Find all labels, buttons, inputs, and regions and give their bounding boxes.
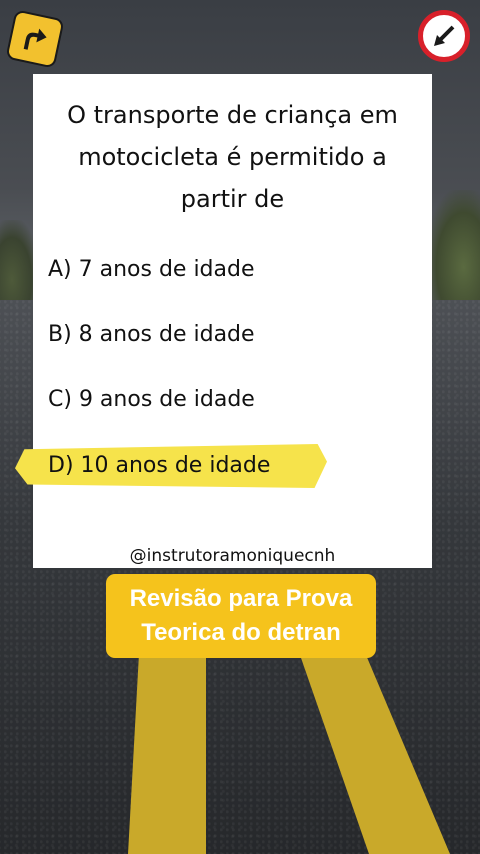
question-text: O transporte de criança em motocicleta é… xyxy=(67,101,398,213)
banner-line-1: Revisão para Prova xyxy=(129,585,353,612)
option-a[interactable]: A) 7 anos de idade xyxy=(48,257,255,282)
curve-right-sign-icon xyxy=(5,9,65,69)
banner-line-2: Teorica do detran xyxy=(141,619,341,646)
question-card: O transporte de criança em motocicleta é… xyxy=(15,74,432,568)
road-line-left xyxy=(128,655,206,854)
option-c[interactable]: C) 9 anos de idade xyxy=(48,387,255,412)
option-d[interactable]: D) 10 anos de idade xyxy=(48,453,270,478)
review-banner: Revisão para Prova Teorica do detran xyxy=(106,574,376,658)
author-handle: @instrutoramoniquecnh xyxy=(129,546,336,566)
option-b[interactable]: B) 8 anos de idade xyxy=(48,322,255,347)
arrow-down-left-sign-icon xyxy=(418,10,470,62)
